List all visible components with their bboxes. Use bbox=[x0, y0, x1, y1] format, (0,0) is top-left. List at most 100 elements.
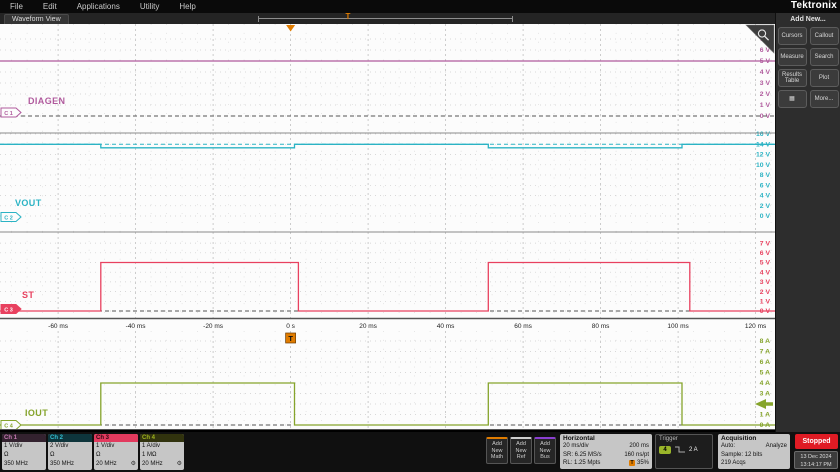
add-new-bus-button[interactable]: Add New Bus bbox=[534, 437, 556, 464]
minimap-trigger-marker[interactable]: T bbox=[344, 12, 352, 21]
menu-applications[interactable]: Applications bbox=[77, 2, 120, 11]
svg-text:1 V: 1 V bbox=[760, 299, 771, 306]
svg-text:1 V: 1 V bbox=[760, 102, 771, 109]
callout-button[interactable]: Callout bbox=[809, 27, 839, 45]
add-new-ref-button[interactable]: Add New Ref bbox=[510, 437, 532, 464]
svg-text:4 V: 4 V bbox=[760, 69, 771, 76]
menu-file[interactable]: File bbox=[10, 2, 23, 11]
svg-text:100 ms: 100 ms bbox=[667, 323, 689, 330]
ch3-scale: 1 V/div bbox=[96, 443, 115, 449]
svg-text:20 ms: 20 ms bbox=[359, 323, 377, 330]
time: 13:14:17 PM bbox=[800, 462, 832, 468]
probe-icon: ⚙ bbox=[130, 461, 136, 467]
svg-text:2 V: 2 V bbox=[760, 289, 771, 296]
trigger-position-icon: T bbox=[628, 460, 635, 466]
horizontal-badge[interactable]: Horizontal 20 ms/div 200 ms SR: 6.25 MS/… bbox=[560, 434, 652, 469]
svg-text:-20 ms: -20 ms bbox=[203, 323, 224, 330]
svg-text:6 V: 6 V bbox=[760, 250, 771, 257]
svg-text:3 V: 3 V bbox=[760, 80, 771, 87]
svg-text:T: T bbox=[288, 334, 293, 343]
svg-text:ST: ST bbox=[22, 290, 34, 300]
ch1-bandwidth: 350 MHz⚙ bbox=[4, 461, 29, 467]
svg-text:2 V: 2 V bbox=[760, 91, 771, 98]
trigger-badge[interactable]: Trigger 4 2 A bbox=[655, 434, 713, 469]
run-stop-button[interactable]: Stopped bbox=[795, 434, 838, 449]
svg-text:6 V: 6 V bbox=[760, 182, 771, 189]
ch2-termination: Ω bbox=[50, 452, 55, 458]
more-button[interactable]: More... bbox=[809, 90, 839, 108]
ch3-termination: Ω bbox=[96, 452, 101, 458]
acquisition-mode-label: Auto: bbox=[721, 443, 736, 449]
svg-text:8 V: 8 V bbox=[760, 172, 771, 179]
svg-text:10 V: 10 V bbox=[756, 162, 770, 169]
svg-text:80 ms: 80 ms bbox=[592, 323, 610, 330]
datetime-display: 13 Dec 2024 13:14:17 PM bbox=[794, 451, 838, 469]
tektronix-logo: Tektronix bbox=[790, 0, 837, 11]
trigger-title: Trigger bbox=[659, 436, 678, 442]
svg-text:4 A: 4 A bbox=[760, 380, 770, 387]
ch2-header: Ch 2 bbox=[48, 434, 92, 442]
svg-text:6 A: 6 A bbox=[760, 359, 770, 366]
svg-text:VOUT: VOUT bbox=[15, 198, 42, 208]
svg-text:4 V: 4 V bbox=[760, 269, 771, 276]
acquisition-title: Acquisition bbox=[721, 435, 757, 442]
cursors-button[interactable]: Cursors bbox=[777, 27, 807, 45]
menu-edit[interactable]: Edit bbox=[43, 2, 57, 11]
add-new-math-button[interactable]: Add New Math bbox=[486, 437, 508, 464]
ch1-header: Ch 1 bbox=[2, 434, 46, 442]
horizontal-title: Horizontal bbox=[563, 435, 595, 442]
ch3-header: Ch 3 bbox=[94, 434, 138, 442]
channel-badge-ch2[interactable]: Ch 2 2 V/div Ω 350 MHz⚙ bbox=[48, 434, 92, 470]
svg-text:3 A: 3 A bbox=[760, 391, 770, 398]
record-minimap-scrollbar[interactable] bbox=[258, 16, 513, 22]
svg-text:1 A: 1 A bbox=[760, 412, 770, 419]
svg-text:40 ms: 40 ms bbox=[437, 323, 455, 330]
ch2-bandwidth: 350 MHz⚙ bbox=[50, 461, 75, 467]
trigger-position: T 35% bbox=[628, 460, 649, 466]
svg-text:5 A: 5 A bbox=[760, 370, 770, 377]
trigger-level: 2 A bbox=[689, 446, 698, 453]
svg-text:-60 ms: -60 ms bbox=[48, 323, 69, 330]
acquisition-mode-value: Analyze bbox=[765, 443, 787, 449]
svg-text:14 V: 14 V bbox=[756, 142, 770, 149]
search-button[interactable]: Search bbox=[809, 48, 839, 66]
tab-waveform-view[interactable]: Waveform View bbox=[4, 14, 69, 24]
svg-text:5 V: 5 V bbox=[760, 58, 771, 65]
edge-falling-icon bbox=[675, 446, 685, 453]
trigger-source-chip: 4 bbox=[659, 445, 671, 454]
acquisition-count: 219 Acqs bbox=[721, 460, 746, 466]
ch4-bandwidth: 20 MHz ⚙ bbox=[142, 461, 182, 467]
svg-text:0 V: 0 V bbox=[760, 113, 771, 120]
acquisition-badge[interactable]: Acquisition Auto: Analyze Sample: 12 bit… bbox=[718, 434, 790, 469]
svg-text:7 A: 7 A bbox=[760, 349, 770, 356]
svg-text:2 V: 2 V bbox=[760, 203, 771, 210]
svg-text:4 V: 4 V bbox=[760, 193, 771, 200]
svg-text:12 V: 12 V bbox=[756, 152, 770, 159]
svg-text:8 A: 8 A bbox=[760, 338, 770, 345]
results-grid-icon[interactable]: ▦ bbox=[777, 90, 807, 108]
svg-text:60 ms: 60 ms bbox=[514, 323, 532, 330]
waveform-view-area[interactable]: 7 V 6 V 5 V 4 V 3 V 2 V 1 V 0 V DIAGEN C 1 16 V 14 … bbox=[0, 24, 775, 430]
ch1-scale: 1 V/div bbox=[4, 443, 23, 449]
horizontal-length: 200 ms bbox=[629, 443, 649, 449]
svg-text:DIAGEN: DIAGEN bbox=[28, 96, 65, 106]
svg-text:C 1: C 1 bbox=[4, 111, 13, 117]
measure-button[interactable]: Measure bbox=[777, 48, 807, 66]
sample-rate: SR: 6.25 MS/s bbox=[563, 451, 602, 458]
ch2-scale: 2 V/div bbox=[50, 443, 69, 449]
plot-button[interactable]: Plot bbox=[809, 69, 839, 87]
graticule-and-traces: 7 V 6 V 5 V 4 V 3 V 2 V 1 V 0 V DIAGEN C 1 16 V 14 … bbox=[0, 24, 775, 430]
svg-text:IOUT: IOUT bbox=[25, 408, 48, 418]
svg-text:3 V: 3 V bbox=[760, 279, 771, 286]
ch1-termination: Ω bbox=[4, 452, 9, 458]
channel-badge-ch1[interactable]: Ch 1 1 V/div Ω 350 MHz⚙ bbox=[2, 434, 46, 470]
results-table-button[interactable]: Results Table bbox=[777, 69, 807, 87]
date: 13 Dec 2024 bbox=[800, 454, 832, 460]
channel-badge-ch3[interactable]: Ch 3 1 V/div Ω 20 MHz ⚙ bbox=[94, 434, 138, 470]
menu-help[interactable]: Help bbox=[179, 2, 195, 11]
menu-utility[interactable]: Utility bbox=[140, 2, 160, 11]
svg-text:120 ms: 120 ms bbox=[745, 323, 767, 330]
menu-bar: File Edit Applications Utility Help bbox=[0, 0, 840, 13]
ch3-bandwidth: 20 MHz ⚙ bbox=[96, 461, 136, 467]
channel-badge-ch4[interactable]: Ch 4 1 A/div 1 MΩ 20 MHz ⚙ bbox=[140, 434, 184, 470]
